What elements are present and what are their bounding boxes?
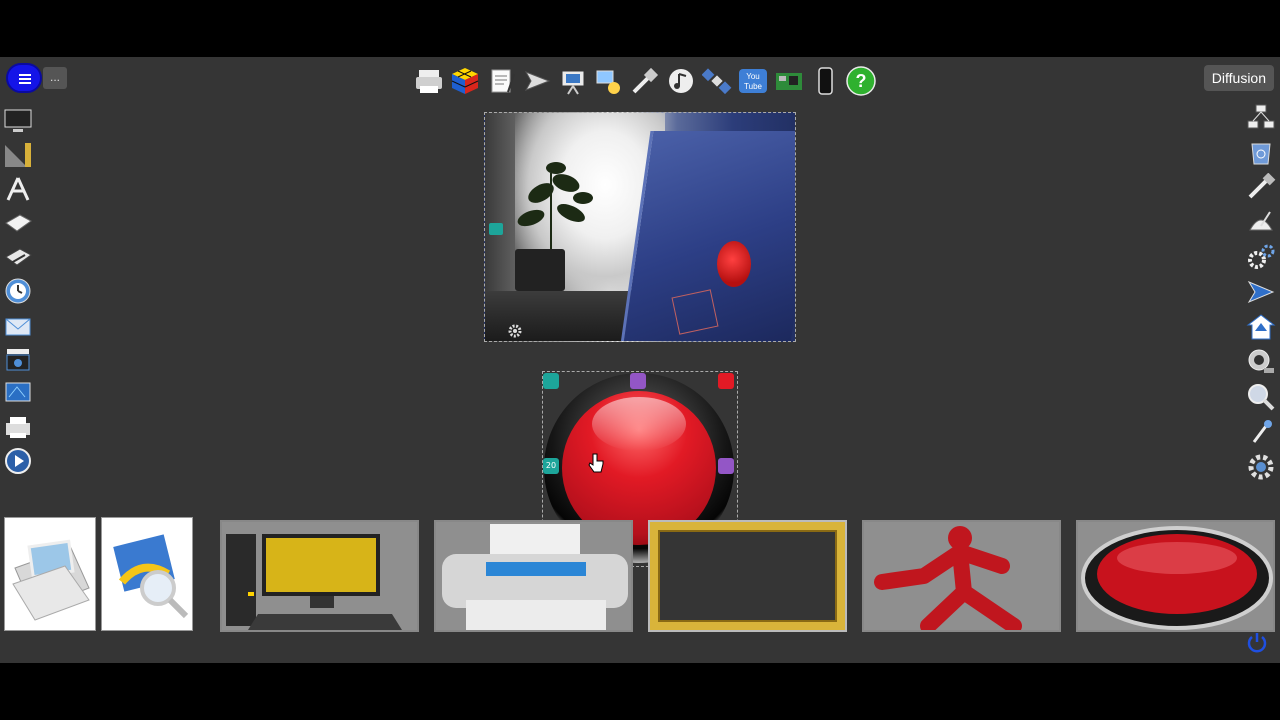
antenna-icon[interactable] <box>1244 416 1278 447</box>
size-handle-left[interactable]: 20 <box>543 458 559 474</box>
resize-handle-right[interactable] <box>718 458 734 474</box>
magnifier-icon[interactable] <box>1244 381 1278 412</box>
more-options-button[interactable]: ... <box>43 67 67 89</box>
printer-scan-icon[interactable] <box>1 411 35 442</box>
play-button-icon[interactable] <box>1 445 35 476</box>
hand-cursor-icon <box>588 453 604 473</box>
image-search-icon <box>113 534 189 619</box>
right-sidebar <box>1242 101 1280 482</box>
clock-icon[interactable] <box>1 275 35 306</box>
rubiks-cube-icon[interactable] <box>448 64 482 98</box>
settings-gear-icon[interactable] <box>1244 451 1278 482</box>
open-folder-icon <box>12 539 90 621</box>
svg-text:Tube: Tube <box>744 82 762 91</box>
ruler-triangle-icon[interactable] <box>1 139 35 170</box>
camera-feed-widget[interactable] <box>484 112 796 342</box>
desktop-computer-icon <box>226 534 402 630</box>
gold-frame-border <box>650 522 845 630</box>
satellite-dish-icon[interactable] <box>1244 206 1278 237</box>
resize-handle-top[interactable] <box>630 373 646 389</box>
power-icon[interactable] <box>1246 631 1268 653</box>
asset-desktop-computer[interactable] <box>220 520 419 632</box>
tools-icon[interactable] <box>1244 171 1278 202</box>
email-inbox-icon[interactable] <box>1 309 35 340</box>
laptop-icon[interactable] <box>1 207 35 238</box>
smartphone-icon[interactable] <box>808 64 842 98</box>
red-oval-button-icon <box>1081 526 1273 630</box>
film-camera-icon[interactable] <box>1 343 35 374</box>
webcam-icon[interactable] <box>1244 346 1278 377</box>
asset-printer[interactable] <box>434 520 633 632</box>
asset-gold-frame[interactable] <box>648 520 847 632</box>
asset-runner-sign[interactable] <box>862 520 1061 632</box>
camera-detection-rect <box>671 289 719 335</box>
camera-plant <box>517 162 593 253</box>
raspberry-pi-board-icon[interactable] <box>772 64 806 98</box>
notepad-pen-icon[interactable] <box>484 64 518 98</box>
scanner-icon[interactable] <box>1 241 35 272</box>
camera-pot <box>515 249 565 291</box>
camera-settings-icon[interactable] <box>507 323 523 339</box>
workspace-canvas[interactable]: ... You Tube ? Diffusion 20 <box>0 57 1280 663</box>
presentation-icon[interactable] <box>556 64 590 98</box>
monitor-icon[interactable] <box>1 105 35 136</box>
red-push-button-shine <box>592 397 686 451</box>
asset-open-folder[interactable] <box>4 517 96 631</box>
printer-icon[interactable] <box>412 64 446 98</box>
svg-text:You: You <box>746 72 760 81</box>
compass-tool-icon[interactable] <box>1 173 35 204</box>
forward-arrow-icon[interactable] <box>1244 276 1278 307</box>
asset-red-oval-button[interactable] <box>1076 520 1275 632</box>
network-icon[interactable] <box>592 64 626 98</box>
svg-text:?: ? <box>856 71 867 91</box>
recycle-bin-icon[interactable] <box>1244 136 1278 167</box>
desktop-screen-icon[interactable] <box>1 377 35 408</box>
asset-image-search[interactable] <box>101 517 193 631</box>
printer-icon <box>442 524 628 630</box>
hamburger-menu-button[interactable] <box>6 63 42 93</box>
rotate-handle[interactable] <box>718 373 734 389</box>
running-man-icon <box>874 526 1022 630</box>
camera-edit-handle[interactable] <box>489 223 503 235</box>
top-toolbar: You Tube ? <box>412 63 878 99</box>
diffusion-button[interactable]: Diffusion <box>1203 65 1274 91</box>
left-sidebar <box>0 105 36 476</box>
send-arrow-icon[interactable] <box>520 64 554 98</box>
gears-icon[interactable] <box>1244 241 1278 272</box>
music-note-icon[interactable] <box>664 64 698 98</box>
move-handle[interactable] <box>543 373 559 389</box>
youtube-icon[interactable]: You Tube <box>736 64 770 98</box>
satellite-icon[interactable] <box>700 64 734 98</box>
help-icon[interactable]: ? <box>844 64 878 98</box>
plug-icon[interactable] <box>628 64 662 98</box>
camera-red-button-reflection <box>717 241 751 287</box>
home-upload-icon[interactable] <box>1244 311 1278 342</box>
network-computers-icon[interactable] <box>1244 101 1278 132</box>
